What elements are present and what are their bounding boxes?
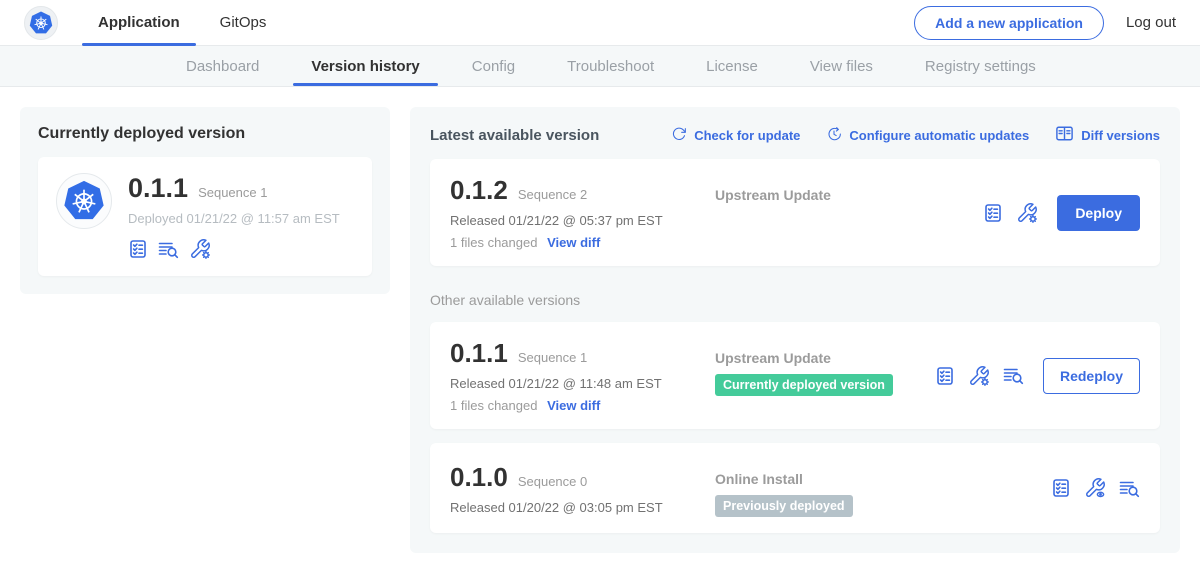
released-timestamp: Released 01/20/22 @ 03:05 pm EST — [450, 500, 715, 515]
tab-config[interactable]: Config — [446, 46, 541, 86]
top-header: Application GitOps Add a new application… — [0, 0, 1200, 46]
view-diff-link[interactable]: View diff — [547, 235, 600, 250]
released-timestamp: Released 01/21/22 @ 11:48 am EST — [450, 376, 715, 391]
version-card-0-1-1: 0.1.1 Sequence 1 Released 01/21/22 @ 11:… — [430, 322, 1160, 429]
wrench-gear-icon[interactable] — [968, 365, 990, 387]
app-subnav: Dashboard Version history Config Trouble… — [0, 46, 1200, 87]
diff-icon — [1055, 125, 1074, 145]
deployed-timestamp: Deployed 01/21/22 @ 11:57 am EST — [128, 211, 340, 226]
kubernetes-logo-icon — [24, 6, 58, 40]
preflight-logs-icon[interactable] — [1119, 479, 1140, 498]
sequence-label: Sequence 1 — [518, 350, 587, 365]
version-source-label: Upstream Update — [715, 187, 983, 203]
logout-link[interactable]: Log out — [1126, 14, 1176, 31]
tab-dashboard[interactable]: Dashboard — [160, 46, 285, 86]
version-card-0-1-0: 0.1.0 Sequence 0 Released 01/20/22 @ 03:… — [430, 443, 1160, 533]
tab-license[interactable]: License — [680, 46, 784, 86]
add-new-application-button[interactable]: Add a new application — [914, 6, 1104, 40]
header-tab-application[interactable]: Application — [86, 0, 192, 46]
config-checklist-icon[interactable] — [983, 203, 1003, 223]
deployed-version-card: 0.1.1 Sequence 1 Deployed 01/21/22 @ 11:… — [38, 157, 372, 276]
wrench-gear-icon[interactable] — [189, 238, 211, 260]
version-number: 0.1.1 — [450, 338, 508, 369]
released-timestamp: Released 01/21/22 @ 05:37 pm EST — [450, 213, 715, 228]
config-checklist-icon[interactable] — [935, 366, 955, 386]
currently-deployed-panel: Currently deployed version 0.1.1 Sequenc… — [20, 107, 390, 294]
tab-troubleshoot[interactable]: Troubleshoot — [541, 46, 680, 86]
wrench-gear-icon[interactable] — [1016, 202, 1038, 224]
diff-versions-link[interactable]: Diff versions — [1055, 125, 1160, 145]
files-changed-label: 1 files changed — [450, 398, 537, 413]
files-changed-label: 1 files changed — [450, 235, 537, 250]
version-source-label: Online Install — [715, 471, 1051, 487]
refresh-icon — [671, 126, 687, 145]
redeploy-button[interactable]: Redeploy — [1043, 358, 1140, 394]
app-kubernetes-logo-icon — [56, 173, 112, 229]
clock-update-icon — [826, 126, 842, 145]
wrench-eye-icon[interactable] — [1084, 477, 1106, 499]
tab-view-files[interactable]: View files — [784, 46, 899, 86]
currently-deployed-badge: Currently deployed version — [715, 374, 893, 396]
sequence-label: Sequence 0 — [518, 474, 587, 489]
version-number: 0.1.0 — [450, 462, 508, 493]
version-history-panel: Latest available version Check for updat… — [410, 107, 1180, 553]
version-source-label: Upstream Update — [715, 350, 935, 366]
deploy-button[interactable]: Deploy — [1057, 195, 1140, 231]
preflight-logs-icon[interactable] — [1003, 366, 1024, 385]
preflight-logs-icon[interactable] — [158, 240, 179, 259]
other-available-versions-title: Other available versions — [430, 292, 1160, 308]
config-checklist-icon[interactable] — [1051, 478, 1071, 498]
config-checklist-icon[interactable] — [128, 239, 148, 259]
deployed-version-number: 0.1.1 — [128, 173, 188, 204]
check-for-update-link[interactable]: Check for update — [671, 126, 800, 145]
header-tab-gitops[interactable]: GitOps — [208, 0, 279, 46]
latest-available-title: Latest available version — [430, 127, 599, 144]
tab-version-history[interactable]: Version history — [285, 46, 445, 86]
version-card-0-1-2: 0.1.2 Sequence 2 Released 01/21/22 @ 05:… — [430, 159, 1160, 266]
version-number: 0.1.2 — [450, 175, 508, 206]
sequence-label: Sequence 2 — [518, 187, 587, 202]
tab-registry-settings[interactable]: Registry settings — [899, 46, 1062, 86]
configure-automatic-updates-link[interactable]: Configure automatic updates — [826, 126, 1029, 145]
view-diff-link[interactable]: View diff — [547, 398, 600, 413]
previously-deployed-badge: Previously deployed — [715, 495, 853, 517]
currently-deployed-title: Currently deployed version — [38, 125, 372, 143]
deployed-sequence-label: Sequence 1 — [198, 185, 267, 200]
